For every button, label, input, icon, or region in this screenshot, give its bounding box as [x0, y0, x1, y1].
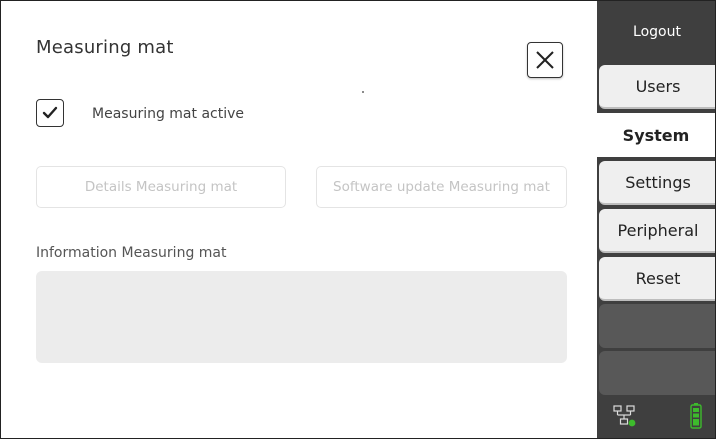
- tab-reset[interactable]: Reset: [599, 257, 715, 301]
- main-panel: Measuring mat Measuring mat active Detai…: [1, 1, 597, 438]
- checkbox-label: Measuring mat active: [92, 106, 245, 122]
- battery-full-icon: [690, 403, 702, 429]
- empty-tab-slot: [599, 304, 715, 348]
- tab-system[interactable]: System: [595, 113, 715, 157]
- tab-peripheral[interactable]: Peripheral: [599, 209, 715, 253]
- close-icon: [536, 51, 554, 69]
- software-update-button[interactable]: Software update Measuring mat: [316, 166, 567, 208]
- information-box: [36, 271, 567, 363]
- network-connected-icon: [613, 405, 636, 427]
- empty-tab-slot: [599, 351, 715, 395]
- logout-button[interactable]: Logout: [597, 1, 715, 63]
- decorative-dot: [362, 91, 364, 93]
- tab-settings[interactable]: Settings: [599, 161, 715, 205]
- sidebar: Logout Users System Settings Peripheral …: [595, 1, 715, 438]
- measuring-mat-active-checkbox[interactable]: [36, 99, 64, 127]
- checkmark-icon: [42, 106, 58, 119]
- status-bar: [597, 396, 715, 438]
- details-measuring-mat-button[interactable]: Details Measuring mat: [36, 166, 286, 208]
- tab-users[interactable]: Users: [599, 65, 715, 109]
- screen: Measuring mat Measuring mat active Detai…: [0, 0, 716, 439]
- information-label: Information Measuring mat: [36, 245, 227, 261]
- page-title: Measuring mat: [36, 37, 174, 58]
- close-button[interactable]: [527, 42, 563, 78]
